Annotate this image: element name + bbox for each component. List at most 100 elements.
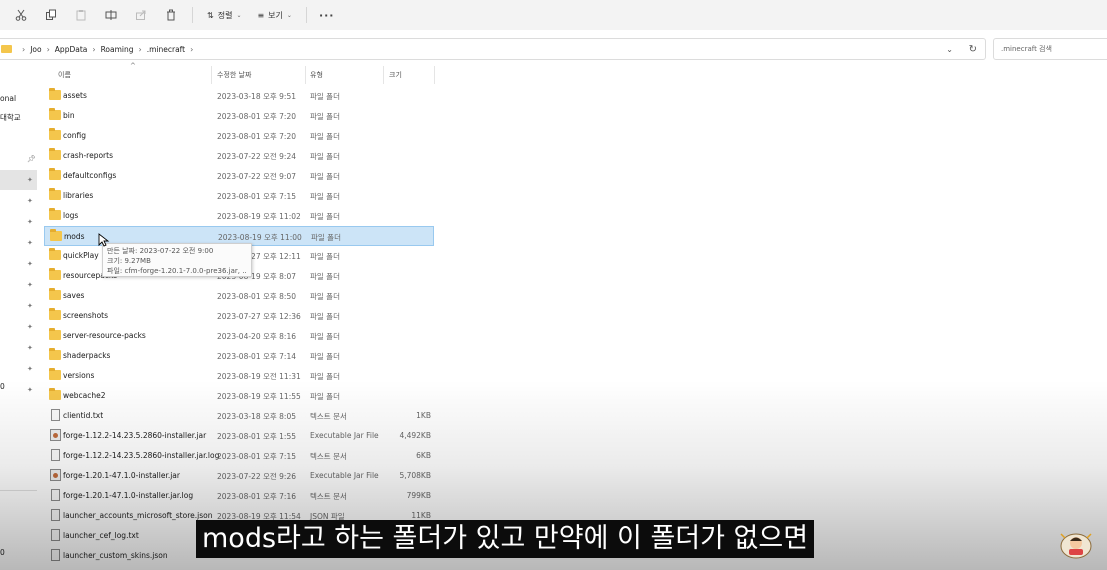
column-divider[interactable] (211, 66, 212, 84)
rename-icon[interactable] (103, 7, 119, 23)
column-header-size[interactable]: 크기 (389, 64, 402, 86)
file-type: 파일 폴더 (310, 132, 340, 141)
file-size: 799KB (406, 491, 431, 500)
breadcrumb-joo[interactable]: Joo (30, 45, 41, 54)
file-name: launcher_custom_skins.json (63, 551, 168, 560)
folder-row[interactable]: defaultconfigs 2023-07-22 오전 9:07 파일 폴더 (44, 166, 434, 186)
folder-row[interactable]: assets 2023-03-18 오후 9:51 파일 폴더 (44, 86, 434, 106)
view-icon: ≡ (257, 10, 265, 20)
tooltip-created: 만든 날짜: 2023-07-22 오전 9:00 (107, 247, 214, 255)
file-date: 2023-08-01 오후 7:16 (217, 492, 296, 501)
sort-label: 정렬 (217, 10, 233, 20)
file-tooltip: 만든 날짜: 2023-07-22 오전 9:00 크기: 9.27MB 파일:… (102, 243, 252, 277)
file-name: server-resource-packs (63, 331, 146, 340)
file-date: 2023-07-22 오전 9:07 (217, 172, 296, 181)
file-type: 파일 폴더 (310, 252, 340, 261)
pin-icon: ✦ (27, 197, 33, 205)
column-header-date[interactable]: 수정한 날짜 (217, 64, 251, 86)
view-button[interactable]: ≡ 보기 ⌄ (257, 10, 291, 21)
file-date: 2023-08-19 오후 11:00 (218, 233, 302, 242)
file-name: crash-reports (63, 151, 113, 160)
paste-icon[interactable] (73, 7, 89, 23)
file-name: versions (63, 371, 95, 380)
folder-icon (49, 368, 61, 380)
file-type: 텍스트 문서 (310, 452, 347, 461)
sort-icon: ⇅ (207, 10, 214, 20)
more-options-button[interactable]: ··· (319, 9, 335, 22)
folder-icon (49, 268, 61, 280)
folder-row[interactable]: screenshots 2023-07-27 오후 12:36 파일 폴더 (44, 306, 434, 326)
pin-icon: ✦ (27, 323, 33, 331)
chevron-right-icon: › (22, 44, 26, 54)
file-type: Executable Jar File (310, 471, 379, 480)
folder-icon (1, 45, 12, 53)
refresh-icon[interactable]: ↻ (969, 44, 977, 55)
file-date: 2023-08-01 오후 7:20 (217, 132, 296, 141)
nav-item-university[interactable]: 대학교 (0, 112, 21, 123)
search-input[interactable]: .minecraft 검색 (993, 38, 1107, 60)
file-name: forge-1.20.1-47.1.0-installer.jar (63, 471, 180, 480)
file-name: clientid.txt (63, 411, 104, 420)
file-size: 5,708KB (399, 471, 431, 480)
folder-row[interactable]: config 2023-08-01 오후 7:20 파일 폴더 (44, 126, 434, 146)
file-name: launcher_accounts_microsoft_store.json (63, 511, 213, 520)
file-size: 6KB (416, 451, 431, 460)
sort-button[interactable]: ⇅ 정렬 ⌄ (207, 10, 241, 21)
file-size: 4,492KB (399, 431, 431, 440)
file-date: 2023-08-19 오후 11:02 (217, 212, 301, 221)
file-name: forge-1.20.1-47.1.0-installer.jar.log (63, 491, 194, 500)
document-icon (51, 509, 60, 521)
breadcrumb-appdata[interactable]: AppData (55, 45, 88, 54)
column-divider[interactable] (305, 66, 306, 84)
channel-logo-icon (1060, 533, 1092, 559)
file-type: 파일 폴더 (310, 212, 340, 221)
toolbar-divider (305, 7, 307, 23)
file-date: 2023-08-01 오후 1:55 (217, 432, 296, 441)
file-name: saves (63, 291, 85, 300)
folder-row[interactable]: bin 2023-08-01 오후 7:20 파일 폴더 (44, 106, 434, 126)
folder-row[interactable]: libraries 2023-08-01 오후 7:15 파일 폴더 (44, 186, 434, 206)
folder-row[interactable]: versions 2023-08-19 오전 11:31 파일 폴더 (44, 366, 434, 386)
nav-item-drive[interactable]: 0 (0, 382, 5, 391)
jar-file-icon (50, 429, 61, 441)
folder-row[interactable]: server-resource-packs 2023-04-20 오후 8:16 파… (44, 326, 434, 346)
breadcrumb-roaming[interactable]: Roaming (101, 45, 134, 54)
cut-icon[interactable] (13, 7, 29, 23)
folder-row[interactable]: webcache2 2023-08-19 오후 11:55 파일 폴더 (44, 386, 434, 406)
file-type: 파일 폴더 (310, 392, 340, 401)
file-type: 파일 폴더 (310, 272, 340, 281)
file-row[interactable]: forge-1.12.2-14.23.5.2860-installer.jar 2… (44, 426, 434, 446)
folder-row[interactable]: shaderpacks 2023-08-01 오후 7:14 파일 폴더 (44, 346, 434, 366)
delete-icon[interactable] (163, 7, 179, 23)
folder-row[interactable]: saves 2023-08-01 오후 8:50 파일 폴더 (44, 286, 434, 306)
folder-icon (49, 108, 61, 120)
file-name: launcher_cef_log.txt (63, 531, 139, 540)
file-size: 1KB (416, 411, 431, 420)
folder-icon (49, 388, 61, 400)
column-divider[interactable] (434, 66, 435, 84)
folder-row[interactable]: crash-reports 2023-07-22 오전 9:24 파일 폴더 (44, 146, 434, 166)
share-icon[interactable] (133, 7, 149, 23)
file-date: 2023-08-01 오후 7:15 (217, 192, 296, 201)
file-row[interactable]: forge-1.12.2-14.23.5.2860-installer.jar.… (44, 446, 434, 466)
pin-icon: ✦ (27, 386, 33, 394)
nav-item-onedrive[interactable]: onal (0, 94, 16, 103)
file-row[interactable]: forge-1.20.1-47.1.0-installer.jar 2023-07… (44, 466, 434, 486)
breadcrumb-minecraft[interactable]: .minecraft (147, 45, 185, 54)
file-size: 11KB (411, 511, 431, 520)
file-row[interactable]: forge-1.20.1-47.1.0-installer.jar.log 202… (44, 486, 434, 506)
file-row[interactable]: clientid.txt 2023-03-18 오후 8:05 텍스트 문서 1KB (44, 406, 434, 426)
copy-icon[interactable] (43, 7, 59, 23)
folder-icon (49, 248, 61, 260)
file-name: defaultconfigs (63, 171, 117, 180)
chevron-right-icon: › (46, 44, 50, 54)
column-header-name[interactable]: 이름 (58, 64, 71, 86)
chevron-down-icon[interactable]: ⌄ (946, 45, 953, 54)
column-divider[interactable] (383, 66, 384, 84)
address-bar[interactable]: › Joo › AppData › Roaming › .minecraft ›… (0, 38, 986, 60)
column-header-type[interactable]: 유형 (310, 64, 323, 86)
folder-icon (49, 148, 61, 160)
nav-item-network[interactable]: 0 (0, 548, 5, 557)
file-date: 2023-03-18 오후 9:51 (217, 92, 296, 101)
folder-row[interactable]: logs 2023-08-19 오후 11:02 파일 폴더 (44, 206, 434, 226)
